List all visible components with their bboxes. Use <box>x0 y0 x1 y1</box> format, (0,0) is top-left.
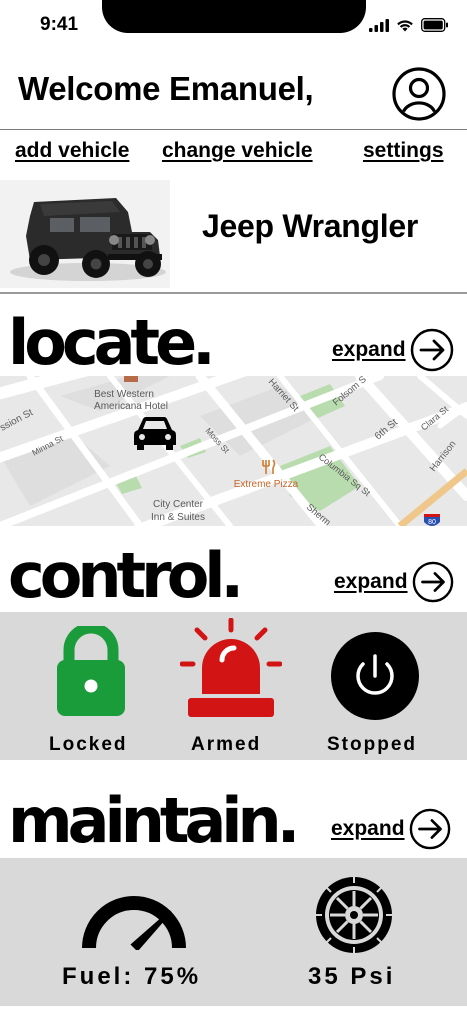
engine-control[interactable] <box>330 631 420 721</box>
tire-pressure[interactable] <box>314 875 394 955</box>
vehicle-image <box>0 180 170 288</box>
fuel-level-label: Fuel: 75% <box>62 963 202 990</box>
alarm-control[interactable] <box>179 617 283 720</box>
control-title: control. <box>8 539 244 612</box>
locate-expand-label: expand <box>332 338 406 361</box>
locate-title: locate. <box>8 306 216 379</box>
vehicle-name: Jeep Wrangler <box>202 208 419 244</box>
battery-icon <box>421 18 448 32</box>
signal-icon <box>369 18 389 32</box>
welcome-heading: Welcome Emanuel, <box>18 70 314 107</box>
map-label-hotel-2: Americana Hotel <box>94 401 168 412</box>
engine-status-label: Stopped <box>327 734 417 755</box>
vehicle-card[interactable]: Jeep Wrangler <box>0 180 467 290</box>
fuel-gauge-icon <box>82 896 186 952</box>
maintain-expand-label: expand <box>331 817 405 840</box>
tire-icon <box>316 877 392 953</box>
maintain-expand-button[interactable]: expand <box>331 808 451 850</box>
control-expand-label: expand <box>334 570 408 593</box>
change-vehicle-link[interactable]: change vehicle <box>162 139 313 163</box>
arrow-right-icon <box>412 561 453 603</box>
map-label-pizza: Extreme Pizza <box>234 479 299 490</box>
fuel-gauge[interactable] <box>79 876 189 952</box>
highway-shield-label: 80 <box>428 519 436 526</box>
map-label-inn-2: Inn & Suites <box>151 512 205 523</box>
header: Welcome Emanuel, <box>0 56 467 130</box>
arrow-right-icon <box>409 808 450 850</box>
alarm-status-label: Armed <box>191 734 262 755</box>
add-vehicle-link[interactable]: add vehicle <box>15 139 129 163</box>
status-time: 9:41 <box>40 14 79 35</box>
arrow-right-icon <box>410 328 453 372</box>
vehicle-divider <box>0 292 467 294</box>
header-divider <box>0 129 467 130</box>
alarm-siren-icon <box>179 617 283 717</box>
map-label-inn-1: City Center <box>153 499 204 510</box>
hotel-icon <box>124 376 138 382</box>
profile-icon[interactable] <box>391 66 447 122</box>
maintain-title: maintain. <box>8 784 300 857</box>
status-bar: 9:41 <box>0 0 467 48</box>
tire-pressure-label: 35 Psi <box>308 963 396 990</box>
map-label-hotel-1: Best Western <box>94 389 154 400</box>
lock-icon <box>57 622 125 716</box>
wifi-icon <box>397 19 413 31</box>
control-expand-button[interactable]: expand <box>334 561 454 603</box>
status-icons <box>369 18 449 32</box>
location-map[interactable]: 80 Best Western Americana Hotel City Cen… <box>0 376 467 526</box>
power-icon <box>331 632 419 720</box>
device-notch <box>102 0 366 33</box>
map-canvas: 80 Best Western Americana Hotel City Cen… <box>0 376 467 526</box>
locate-expand-button[interactable]: expand <box>332 328 454 372</box>
lock-status-label: Locked <box>49 734 128 755</box>
lock-control[interactable] <box>52 622 130 722</box>
settings-link[interactable]: settings <box>363 139 444 163</box>
